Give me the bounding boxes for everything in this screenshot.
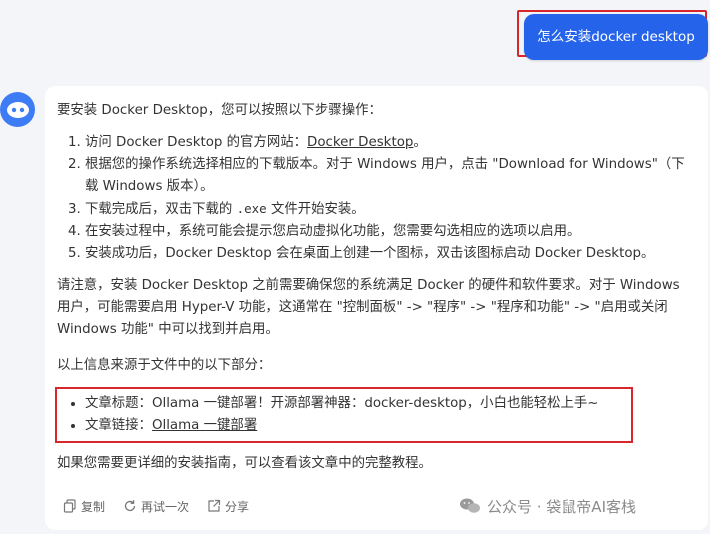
- source-link-item: 文章链接：Ollama 一键部署: [85, 415, 631, 437]
- source-title-value: Ollama 一键部署！开源部署神器：docker-desktop，小白也能轻松…: [151, 396, 599, 411]
- source-link-label: 文章链接：: [85, 418, 152, 433]
- step-item: 根据您的操作系统选择相应的下载版本。对于 Windows 用户，点击 "Down…: [85, 154, 697, 198]
- step-text: 根据您的操作系统选择相应的下载版本。对于 Windows 用户，点击 "Down…: [85, 157, 685, 194]
- retry-label: 再试一次: [141, 499, 190, 514]
- note-text: 请注意，安装 Docker Desktop 之前需要确保您的系统满足 Docke…: [57, 278, 680, 337]
- refresh-icon: [124, 500, 136, 512]
- retry-button[interactable]: 再试一次: [123, 498, 189, 515]
- copy-label: 复制: [81, 499, 106, 514]
- step-item: 下载完成后，双击下载的 .exe 文件开始安装。: [85, 198, 697, 221]
- step-text: 文件开始安装。: [270, 202, 365, 217]
- step-text: 在安装过程中，系统可能会提示您启动虚拟化功能，您需要勾选相应的选项以启用。: [85, 224, 581, 239]
- source-article-link[interactable]: Ollama 一键部署: [152, 418, 257, 433]
- step-item: 访问 Docker Desktop 的官方网站：Docker Desktop。: [85, 132, 697, 154]
- step-text: 访问 Docker Desktop 的官方网站：: [85, 135, 308, 150]
- message-action-bar: 复制 再试一次 分享: [63, 496, 249, 516]
- copy-button[interactable]: 复制: [63, 498, 105, 515]
- watermark-text: 公众号 · 袋鼠帝AI客栈: [487, 497, 636, 516]
- assistant-avatar: [0, 92, 35, 127]
- user-message-text: 怎么安装docker desktop: [537, 29, 695, 45]
- step-text: 。: [413, 135, 427, 150]
- share-icon: [208, 499, 221, 512]
- step-text: 下载完成后，双击下载的: [85, 202, 233, 217]
- source-list: 文章标题：Ollama 一键部署！开源部署神器：docker-desktop，小…: [57, 393, 631, 437]
- step-text: 安装成功后，Docker Desktop 会在桌面上创建一个图标，双击该图标启动…: [85, 246, 655, 261]
- copy-icon: [63, 499, 76, 513]
- source-title-item: 文章标题：Ollama 一键部署！开源部署神器：docker-desktop，小…: [85, 393, 631, 415]
- exe-code: .exe: [236, 201, 267, 216]
- closing-text: 如果您需要更详细的安装指南，可以查看该文章中的完整教程。: [57, 456, 432, 471]
- user-message-bubble: 怎么安装docker desktop: [524, 14, 708, 60]
- source-intro-text: 以上信息来源于文件中的以下部分：: [57, 358, 272, 373]
- intro-text: 要安装 Docker Desktop，您可以按照以下步骤操作：: [57, 103, 382, 118]
- step-item: 安装成功后，Docker Desktop 会在桌面上创建一个图标，双击该图标启动…: [85, 243, 697, 265]
- wechat-icon: [460, 498, 480, 513]
- share-label: 分享: [225, 499, 250, 514]
- source-highlight-box: 文章标题：Ollama 一键部署！开源部署神器：docker-desktop，小…: [55, 387, 633, 443]
- assistant-message-content: 要安装 Docker Desktop，您可以按照以下步骤操作： 访问 Docke…: [55, 100, 697, 475]
- docker-desktop-link[interactable]: Docker Desktop: [307, 135, 413, 150]
- robot-face-icon: [6, 101, 29, 118]
- wechat-watermark: 公众号 · 袋鼠帝AI客栈: [459, 494, 636, 518]
- install-steps-list: 访问 Docker Desktop 的官方网站：Docker Desktop。 …: [57, 132, 697, 265]
- assistant-message-card: 要安装 Docker Desktop，您可以按照以下步骤操作： 访问 Docke…: [45, 86, 708, 530]
- source-title-label: 文章标题：: [85, 396, 152, 411]
- share-button[interactable]: 分享: [207, 498, 249, 515]
- step-item: 在安装过程中，系统可能会提示您启动虚拟化功能，您需要勾选相应的选项以启用。: [85, 221, 697, 243]
